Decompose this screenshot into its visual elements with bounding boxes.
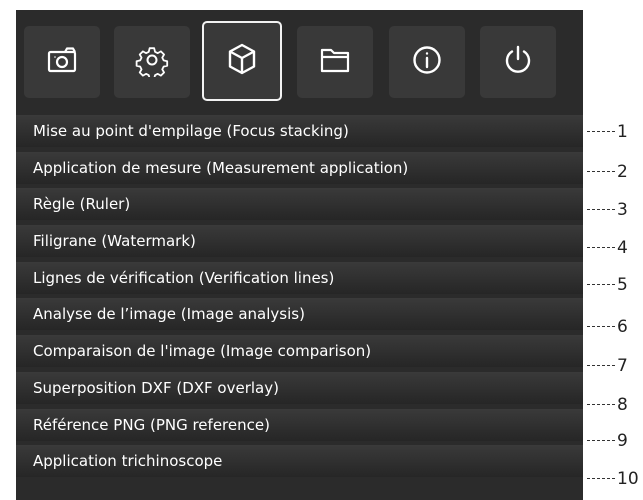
callout-number: 4 bbox=[617, 238, 628, 258]
callout-number: 2 bbox=[617, 162, 628, 182]
callout-number: 1 bbox=[617, 122, 628, 142]
camera-button[interactable] bbox=[24, 26, 100, 98]
files-button[interactable] bbox=[297, 26, 373, 98]
settings-button[interactable] bbox=[114, 26, 190, 98]
callout-leader bbox=[587, 209, 615, 210]
menu-item-image-comparison[interactable]: Comparaison de l'image (Image comparison… bbox=[16, 335, 583, 368]
menu-item-png-reference[interactable]: Référence PNG (PNG reference) bbox=[16, 408, 583, 441]
callout-leader bbox=[587, 365, 615, 366]
menu-item-ruler[interactable]: Règle (Ruler) bbox=[16, 188, 583, 221]
menu-item-verification-lines[interactable]: Lignes de vérification (Verification lin… bbox=[16, 261, 583, 294]
callout-leader bbox=[587, 440, 615, 441]
callout-leader bbox=[587, 478, 615, 479]
callout-leader bbox=[587, 404, 615, 405]
callout-number: 9 bbox=[617, 431, 628, 451]
callout-9: 9 bbox=[583, 431, 643, 451]
callout-number: 7 bbox=[617, 356, 628, 376]
callout-4: 4 bbox=[583, 238, 643, 258]
callout-8: 8 bbox=[583, 395, 643, 415]
info-icon bbox=[410, 43, 444, 81]
callout-6: 6 bbox=[583, 317, 643, 337]
callout-10: 10 bbox=[583, 469, 643, 489]
menu-item-focus-stacking[interactable]: Mise au point d'empilage (Focus stacking… bbox=[16, 115, 583, 147]
callout-number: 5 bbox=[617, 275, 628, 295]
callout-1: 1 bbox=[583, 122, 643, 142]
callout-leader bbox=[587, 171, 615, 172]
menu-item-trichinoscope[interactable]: Application trichinoscope bbox=[16, 445, 583, 478]
tools-panel: Mise au point d'empilage (Focus stacking… bbox=[16, 10, 583, 500]
power-button[interactable] bbox=[480, 26, 556, 98]
callout-3: 3 bbox=[583, 200, 643, 220]
power-icon bbox=[501, 43, 535, 81]
menu-item-measurement-application[interactable]: Application de mesure (Measurement appli… bbox=[16, 151, 583, 184]
callout-leader bbox=[587, 284, 615, 285]
tools-menu: Mise au point d'empilage (Focus stacking… bbox=[16, 115, 583, 482]
tools-button[interactable] bbox=[202, 21, 282, 101]
menu-item-image-analysis[interactable]: Analyse de l’image (Image analysis) bbox=[16, 298, 583, 331]
info-button[interactable] bbox=[389, 26, 465, 98]
callout-number: 8 bbox=[617, 395, 628, 415]
callout-labels: 1 2 3 4 5 6 7 8 9 10 bbox=[583, 0, 643, 493]
callout-leader bbox=[587, 131, 615, 132]
folder-icon bbox=[318, 43, 352, 81]
callout-number: 6 bbox=[617, 317, 628, 337]
callout-leader bbox=[587, 326, 615, 327]
menu-item-watermark[interactable]: Filigrane (Watermark) bbox=[16, 225, 583, 258]
callout-7: 7 bbox=[583, 356, 643, 376]
callout-number: 3 bbox=[617, 200, 628, 220]
callout-2: 2 bbox=[583, 162, 643, 182]
gear-icon bbox=[135, 43, 169, 81]
camera-icon bbox=[45, 43, 79, 81]
menu-item-dxf-overlay[interactable]: Superposition DXF (DXF overlay) bbox=[16, 371, 583, 404]
toolbar bbox=[16, 10, 583, 113]
callout-number: 10 bbox=[617, 469, 639, 489]
callout-leader bbox=[587, 247, 615, 248]
callout-5: 5 bbox=[583, 275, 643, 295]
cube-icon bbox=[225, 42, 259, 80]
